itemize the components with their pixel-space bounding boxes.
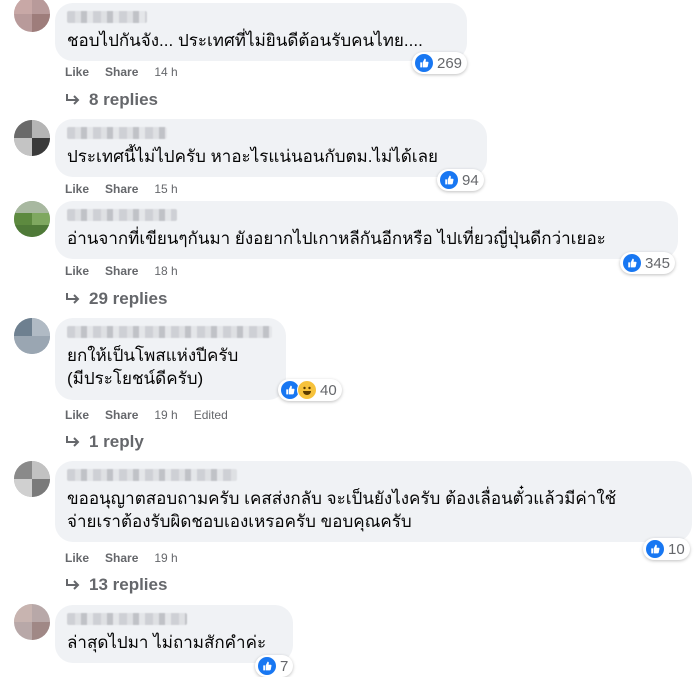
comment-bubble: ยกให้เป็นโพสแห่งปีครับ (มีประโยชน์ดีครับ… xyxy=(55,318,286,400)
share-button[interactable]: Share xyxy=(105,264,138,278)
reply-arrow-icon xyxy=(66,293,80,304)
avatar[interactable] xyxy=(14,318,50,354)
avatar[interactable] xyxy=(14,461,50,497)
comment-text: ประเทศนี้ไม่ไปครับ หาอะไรแน่นอนกับตม.ไม่… xyxy=(67,147,438,166)
commenter-name[interactable] xyxy=(67,613,187,625)
commenter-name[interactable] xyxy=(67,11,147,23)
comment-bubble: ประเทศนี้ไม่ไปครับ หาอะไรแน่นอนกับตม.ไม่… xyxy=(55,119,487,177)
view-replies-button[interactable]: 8 replies xyxy=(65,90,158,110)
like-reaction-icon xyxy=(622,253,642,273)
reaction-count[interactable]: 269 xyxy=(412,52,468,74)
comment-text: ยกให้เป็นโพสแห่งปีครับ (มีประโยชน์ดีครับ… xyxy=(67,346,239,388)
comment-text: อ่านจากที่เขียนๆกันมา ยังอยากไปเกาหลีกัน… xyxy=(67,229,606,248)
like-reaction-icon xyxy=(414,53,434,73)
comment-bubble: ขออนุญาตสอบถามครับ เคสส่งกลับ จะเป็นยังไ… xyxy=(55,461,692,542)
reply-arrow-icon xyxy=(66,579,80,590)
share-button[interactable]: Share xyxy=(105,551,138,565)
commenter-name[interactable] xyxy=(67,209,177,221)
commenter-name[interactable] xyxy=(67,127,167,139)
edited-label: Edited xyxy=(193,408,228,422)
reaction-count[interactable]: 345 xyxy=(620,252,676,274)
timestamp[interactable]: 19 h xyxy=(154,408,177,422)
share-button[interactable]: Share xyxy=(105,408,138,422)
like-reaction-icon xyxy=(439,170,459,190)
reaction-count[interactable]: 40 xyxy=(278,379,342,401)
share-button[interactable]: Share xyxy=(105,182,138,196)
like-button[interactable]: Like xyxy=(65,264,89,278)
comment-text: ล่าสุดไปมา ไม่ถามสักคำค่ะ xyxy=(67,633,267,652)
view-replies-button[interactable]: 13 replies xyxy=(65,575,167,595)
like-button[interactable]: Like xyxy=(65,65,89,79)
commenter-name[interactable] xyxy=(67,326,272,338)
view-replies-button[interactable]: 29 replies xyxy=(65,289,167,309)
reaction-count[interactable]: 94 xyxy=(437,169,484,191)
like-button[interactable]: Like xyxy=(65,182,89,196)
haha-reaction-icon xyxy=(297,380,317,400)
reaction-count[interactable]: 10 xyxy=(643,538,690,560)
timestamp[interactable]: 15 h xyxy=(154,182,177,196)
timestamp[interactable]: 18 h xyxy=(154,264,177,278)
commenter-name[interactable] xyxy=(67,469,237,481)
view-replies-button[interactable]: 1 reply xyxy=(65,432,144,452)
reply-arrow-icon xyxy=(66,436,80,447)
comment-text: ชอบไปกันจัง... ประเทศที่ไม่ยินดีต้อนรับค… xyxy=(67,31,423,50)
like-reaction-icon xyxy=(257,656,277,676)
like-reaction-icon xyxy=(645,539,665,559)
comment-text: ขออนุญาตสอบถามครับ เคสส่งกลับ จะเป็นยังไ… xyxy=(67,489,617,531)
avatar[interactable] xyxy=(14,201,50,237)
timestamp[interactable]: 19 h xyxy=(154,551,177,565)
avatar[interactable] xyxy=(14,604,50,640)
comment-bubble: ชอบไปกันจัง... ประเทศที่ไม่ยินดีต้อนรับค… xyxy=(55,3,467,61)
avatar[interactable] xyxy=(14,0,50,32)
reply-arrow-icon xyxy=(66,94,80,105)
comment-bubble: อ่านจากที่เขียนๆกันมา ยังอยากไปเกาหลีกัน… xyxy=(55,201,678,259)
share-button[interactable]: Share xyxy=(105,65,138,79)
reaction-count[interactable]: 7 xyxy=(255,655,294,677)
like-button[interactable]: Like xyxy=(65,408,89,422)
timestamp[interactable]: 14 h xyxy=(154,65,177,79)
avatar[interactable] xyxy=(14,120,50,156)
comment-bubble: ล่าสุดไปมา ไม่ถามสักคำค่ะ xyxy=(55,605,293,663)
like-button[interactable]: Like xyxy=(65,551,89,565)
